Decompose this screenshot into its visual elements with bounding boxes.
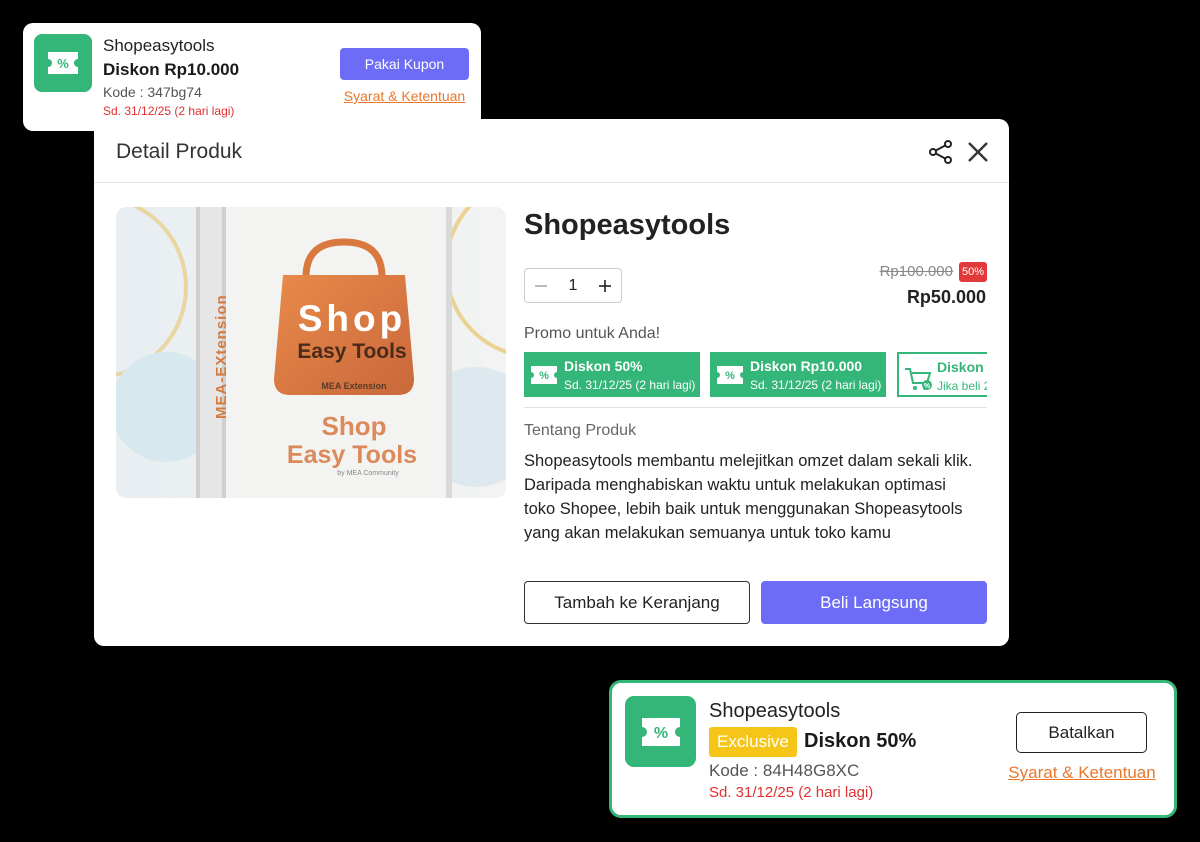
divider	[524, 407, 987, 408]
decrement-button[interactable]	[525, 269, 557, 302]
about-text: Shopeasytools membantu melejitkan omzet …	[524, 452, 973, 542]
original-price: Rp100.000	[879, 263, 953, 280]
coupon-code: Kode : 347bg74	[103, 84, 202, 100]
coupon-card-bottom: % Shopeasytools Exclusive Diskon 50% Kod…	[609, 680, 1177, 818]
add-to-cart-button[interactable]: Tambah ke Keranjang	[524, 581, 750, 624]
discounted-price: Rp50.000	[906, 287, 986, 307]
promo-title: Diskon Rp10.000	[750, 358, 863, 374]
bag-word-1: Shop	[298, 298, 406, 339]
terms-link[interactable]: Syarat & Ketentuan	[340, 88, 469, 104]
promo-card[interactable]: % Diskon Jika beli 2	[897, 352, 987, 397]
quantity-stepper: 1	[524, 268, 622, 303]
product-image: MEA-EXtension Shop Easy Tools MEA Extens…	[116, 207, 506, 498]
buy-now-button[interactable]: Beli Langsung	[761, 581, 987, 624]
quantity-value[interactable]: 1	[557, 277, 589, 295]
promo-label: Promo untuk Anda!	[524, 325, 661, 342]
use-coupon-button[interactable]: Pakai Kupon	[340, 48, 469, 80]
bag-brand: MEA Extension	[321, 381, 386, 391]
increment-button[interactable]	[589, 269, 621, 302]
exclusive-badge: Exclusive	[709, 727, 797, 757]
promo-sub: Sd. 31/12/25 (2 hari lagi)	[564, 378, 696, 392]
cover-word-1: Shop	[322, 411, 387, 441]
coupon-title: Diskon 50%	[804, 730, 917, 752]
coupon-percent-icon: %	[529, 363, 559, 387]
svg-text:%: %	[539, 370, 549, 382]
promo-card[interactable]: % Diskon 50% Sd. 31/12/25 (2 hari lagi)	[524, 352, 700, 397]
promo-sub: Sd. 31/12/25 (2 hari lagi)	[750, 378, 882, 392]
promo-card[interactable]: % Diskon Rp10.000 Sd. 31/12/25 (2 hari l…	[710, 352, 886, 397]
coupon-percent-icon: %	[715, 363, 745, 387]
share-icon[interactable]	[928, 139, 954, 165]
promo-sub: Jika beli 2	[937, 379, 987, 393]
promo-title: Diskon	[937, 359, 984, 375]
terms-link[interactable]: Syarat & Ketentuan	[998, 763, 1166, 783]
coupon-brand: Shopeasytools	[709, 700, 841, 722]
coupon-expiry: Sd. 31/12/25 (2 hari lagi)	[709, 784, 874, 801]
promo-list: % Diskon 50% Sd. 31/12/25 (2 hari lagi) …	[524, 351, 987, 398]
promo-title: Diskon 50%	[564, 358, 643, 374]
svg-text:%: %	[924, 383, 931, 390]
modal-title: Detail Produk	[116, 140, 243, 163]
cover-sub: by MEA Community	[337, 470, 399, 477]
coupon-title: Diskon Rp10.000	[103, 60, 240, 79]
modal-header: Detail Produk	[94, 119, 1009, 183]
coupon-brand: Shopeasytools	[103, 36, 215, 55]
coupon-percent-icon: %	[625, 696, 696, 767]
bag-word-2: Easy Tools	[297, 340, 406, 363]
svg-text:%: %	[653, 725, 667, 742]
coupon-percent-icon: %	[34, 34, 92, 92]
discount-badge: 50%	[959, 262, 987, 282]
svg-text:%: %	[57, 56, 69, 71]
cover-word-2: Easy Tools	[287, 441, 417, 469]
cart-discount-icon: %	[904, 365, 934, 390]
cancel-button[interactable]: Batalkan	[1016, 712, 1147, 753]
coupon-expiry: Sd. 31/12/25 (2 hari lagi)	[103, 104, 235, 118]
product-detail-modal: Detail Produk MEA-EXtension Shop Easy To…	[94, 119, 1009, 646]
coupon-code: Kode : 84H48G8XC	[709, 761, 860, 780]
about-label: Tentang Produk	[524, 422, 637, 439]
svg-text:%: %	[725, 370, 735, 382]
coupon-card-top: % Shopeasytools Diskon Rp10.000 Kode : 3…	[23, 23, 481, 131]
close-icon[interactable]	[965, 139, 991, 165]
product-name: Shopeasytools	[524, 209, 731, 241]
